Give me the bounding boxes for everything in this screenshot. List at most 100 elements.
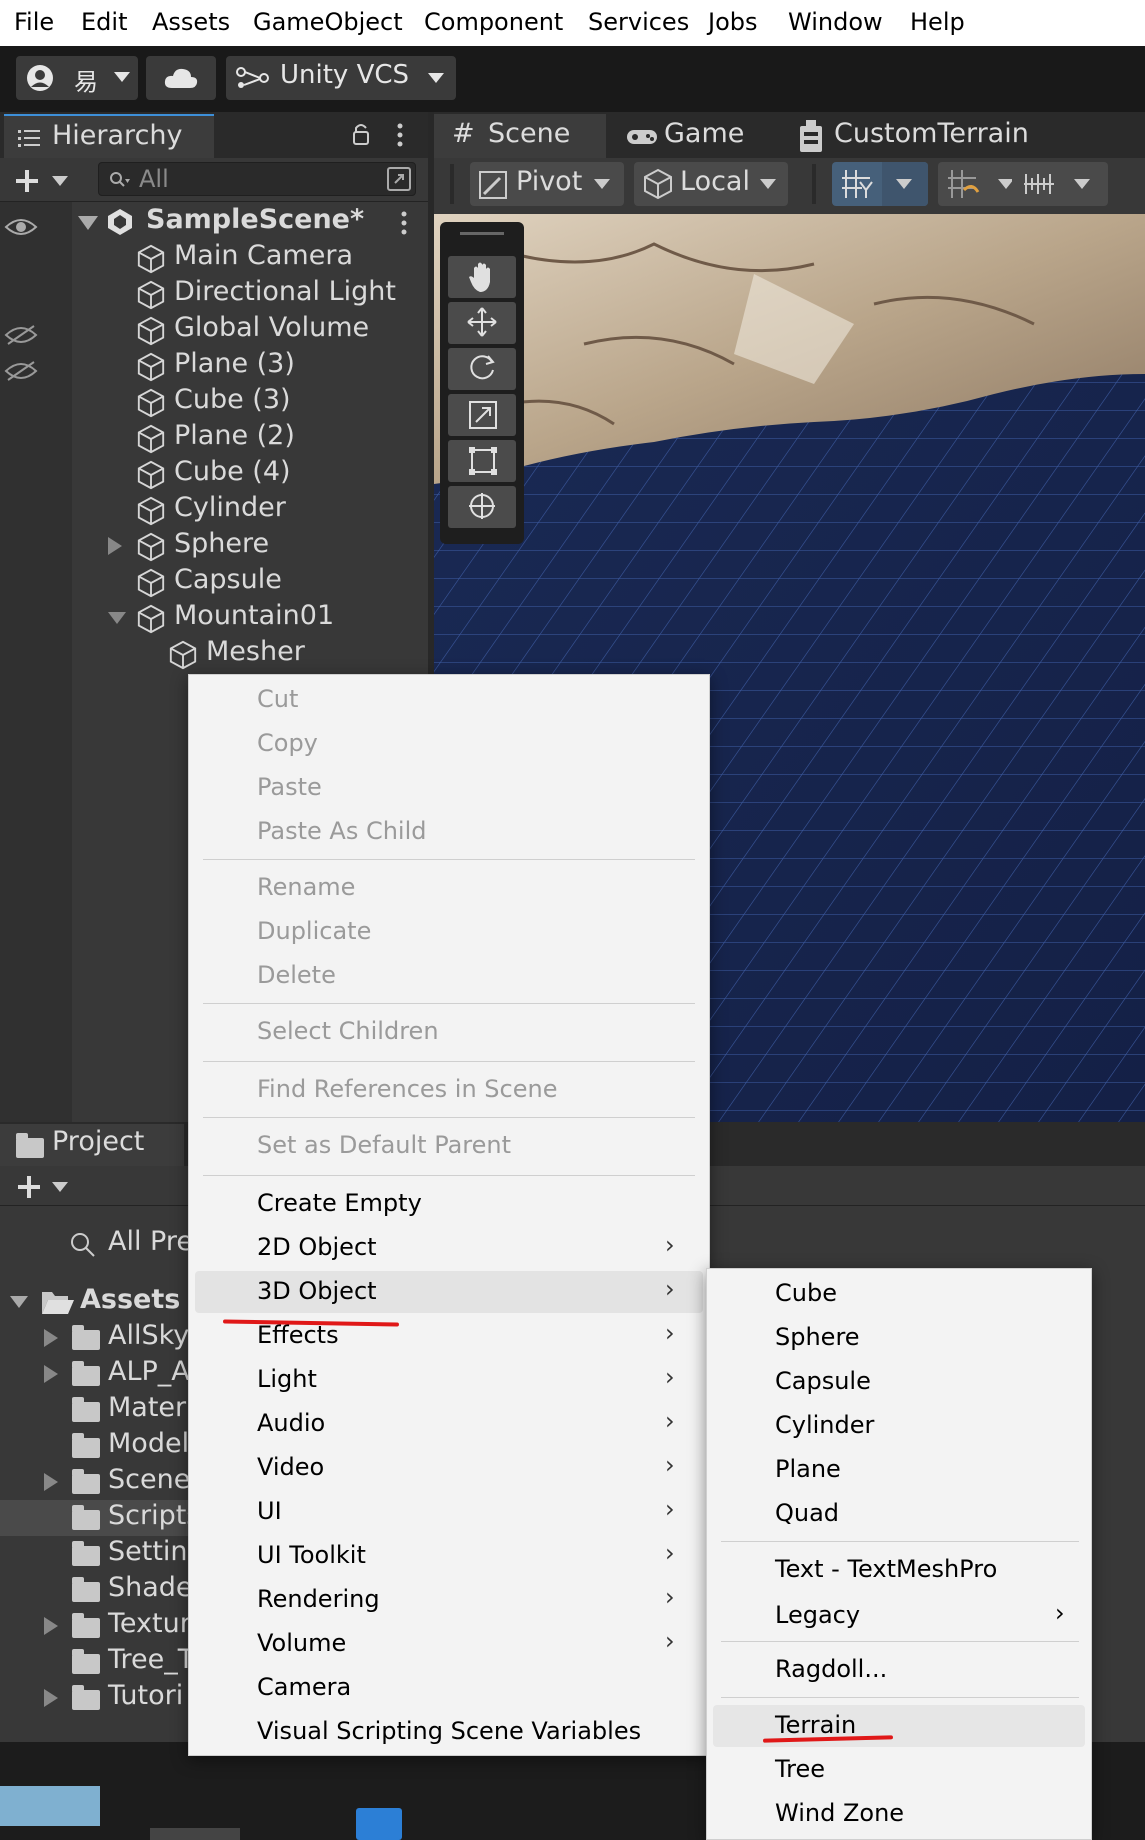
chevron-down-icon[interactable] xyxy=(52,176,68,186)
tab-customterrain[interactable]: CustomTerrain xyxy=(798,114,1118,158)
collapse-arrow-icon[interactable] xyxy=(108,612,126,624)
eye-hidden-icon[interactable] xyxy=(4,360,38,382)
submenu-item-quad[interactable]: Quad xyxy=(775,1499,839,1527)
pivot-dropdown[interactable]: Pivot xyxy=(470,162,624,206)
expand-arrow-icon[interactable] xyxy=(44,1473,58,1491)
menu-item-3d-object[interactable]: 3D Object xyxy=(257,1277,377,1305)
menu-bar: File Edit Assets GameObject Component Se… xyxy=(0,0,1145,46)
menu-assets[interactable]: Assets xyxy=(152,8,230,36)
submenu-item-ragdoll[interactable]: Ragdoll... xyxy=(775,1655,887,1683)
menu-item-camera[interactable]: Camera xyxy=(257,1673,351,1701)
pivot-label: Pivot xyxy=(516,166,583,197)
menu-item-delete[interactable]: Delete xyxy=(257,961,336,989)
hierarchy-item-label: Global Volume xyxy=(174,312,370,343)
menu-item-video[interactable]: Video xyxy=(257,1453,324,1481)
rect-tool-button[interactable] xyxy=(448,440,516,482)
hierarchy-search-input[interactable]: All xyxy=(98,162,416,196)
taskbar-thumbnail[interactable] xyxy=(0,1786,100,1826)
local-dropdown[interactable]: Local xyxy=(634,162,788,206)
menu-gameobject[interactable]: GameObject xyxy=(253,8,403,36)
transform-tool-button[interactable] xyxy=(448,486,516,528)
hierarchy-tabbar: Hierarchy xyxy=(0,112,428,158)
more-options-icon[interactable] xyxy=(396,122,404,148)
expand-arrow-icon[interactable] xyxy=(44,1617,58,1635)
expand-arrow-icon[interactable] xyxy=(10,1296,28,1308)
scene-expand-icon[interactable] xyxy=(387,167,411,191)
submenu-item-sphere[interactable]: Sphere xyxy=(775,1323,860,1351)
menu-item-volume[interactable]: Volume xyxy=(257,1629,346,1657)
scale-tool-button[interactable] xyxy=(448,394,516,436)
menu-help[interactable]: Help xyxy=(910,8,965,36)
chevron-down-icon xyxy=(896,179,912,189)
menu-item-paste-as-child[interactable]: Paste As Child xyxy=(257,817,427,845)
tab-hierarchy[interactable]: Hierarchy xyxy=(4,114,214,158)
rotate-tool-button[interactable] xyxy=(448,348,516,390)
menu-item-copy[interactable]: Copy xyxy=(257,729,318,757)
menu-file[interactable]: File xyxy=(14,8,54,36)
overlay-drag-handle[interactable] xyxy=(460,232,504,235)
menu-item-ui-toolkit[interactable]: UI Toolkit xyxy=(257,1541,366,1569)
menu-item-paste[interactable]: Paste xyxy=(257,773,322,801)
tab-project[interactable]: Project xyxy=(0,1124,184,1166)
account-dropdown[interactable]: 易 xyxy=(16,56,138,100)
expand-arrow-icon[interactable] xyxy=(108,537,122,555)
add-icon[interactable] xyxy=(14,1174,44,1200)
chevron-right-icon: › xyxy=(665,1363,675,1391)
hierarchy-item-label: Directional Light xyxy=(174,276,396,307)
ruler-dropdown[interactable] xyxy=(1012,162,1108,206)
submenu-item-tree[interactable]: Tree xyxy=(775,1755,825,1783)
submenu-item-terrain[interactable]: Terrain xyxy=(775,1711,856,1739)
menu-item-effects[interactable]: Effects xyxy=(257,1321,339,1349)
ruler-icon xyxy=(1024,174,1054,194)
grid-snap-dropdown[interactable] xyxy=(882,162,928,206)
hand-tool-button[interactable] xyxy=(448,256,516,298)
cloud-button[interactable] xyxy=(146,56,216,100)
chevron-down-icon xyxy=(428,73,444,83)
menu-item-ui[interactable]: UI xyxy=(257,1497,282,1525)
tab-scene[interactable]: # Scene xyxy=(434,114,606,158)
submenu-item-plane[interactable]: Plane xyxy=(775,1455,841,1483)
menu-item-set-default-parent[interactable]: Set as Default Parent xyxy=(257,1131,511,1159)
menu-item-duplicate[interactable]: Duplicate xyxy=(257,917,371,945)
expand-arrow-icon[interactable] xyxy=(44,1329,58,1347)
hierarchy-scene-row[interactable]: SampleScene* xyxy=(78,204,418,240)
eye-icon[interactable] xyxy=(4,216,38,238)
submenu-item-textmeshpro[interactable]: Text - TextMeshPro xyxy=(775,1555,997,1583)
submenu-item-wind-zone[interactable]: Wind Zone xyxy=(775,1799,904,1827)
expand-arrow-icon[interactable] xyxy=(44,1689,58,1707)
menu-edit[interactable]: Edit xyxy=(81,8,127,36)
move-tool-button[interactable] xyxy=(448,302,516,344)
menu-jobs[interactable]: Jobs xyxy=(708,8,758,36)
grid-snap-toggle[interactable] xyxy=(832,162,928,206)
windows-start-icon[interactable] xyxy=(356,1808,402,1840)
submenu-item-legacy[interactable]: Legacy xyxy=(775,1601,860,1629)
menu-item-light[interactable]: Light xyxy=(257,1365,317,1393)
unity-vcs-dropdown[interactable]: Unity VCS xyxy=(226,56,456,100)
menu-item-create-empty[interactable]: Create Empty xyxy=(257,1189,422,1217)
more-options-icon[interactable] xyxy=(400,210,408,236)
menu-item-select-children[interactable]: Select Children xyxy=(257,1017,439,1045)
menu-item-cut[interactable]: Cut xyxy=(257,685,298,713)
expand-arrow-icon[interactable] xyxy=(78,216,98,230)
media-controls[interactable] xyxy=(150,1828,240,1840)
add-icon[interactable] xyxy=(12,168,42,194)
menu-item-2d-object[interactable]: 2D Object xyxy=(257,1233,377,1261)
eye-hidden-icon[interactable] xyxy=(4,324,38,346)
list-icon xyxy=(18,130,40,147)
menu-item-rendering[interactable]: Rendering xyxy=(257,1585,380,1613)
submenu-item-cube[interactable]: Cube xyxy=(775,1279,837,1307)
menu-item-audio[interactable]: Audio xyxy=(257,1409,325,1437)
project-folder-row[interactable]: Scripts xyxy=(0,1500,200,1536)
lock-icon[interactable] xyxy=(352,122,370,146)
expand-arrow-icon[interactable] xyxy=(44,1365,58,1383)
menu-item-rename[interactable]: Rename xyxy=(257,873,355,901)
submenu-item-capsule[interactable]: Capsule xyxy=(775,1367,871,1395)
menu-component[interactable]: Component xyxy=(424,8,563,36)
menu-window[interactable]: Window xyxy=(788,8,883,36)
tab-game[interactable]: Game xyxy=(626,114,776,158)
chevron-down-icon[interactable] xyxy=(52,1182,68,1192)
menu-item-visual-scripting-scene-variables[interactable]: Visual Scripting Scene Variables xyxy=(257,1717,641,1745)
menu-item-find-references[interactable]: Find References in Scene xyxy=(257,1075,557,1103)
menu-services[interactable]: Services xyxy=(588,8,689,36)
submenu-item-cylinder[interactable]: Cylinder xyxy=(775,1411,874,1439)
